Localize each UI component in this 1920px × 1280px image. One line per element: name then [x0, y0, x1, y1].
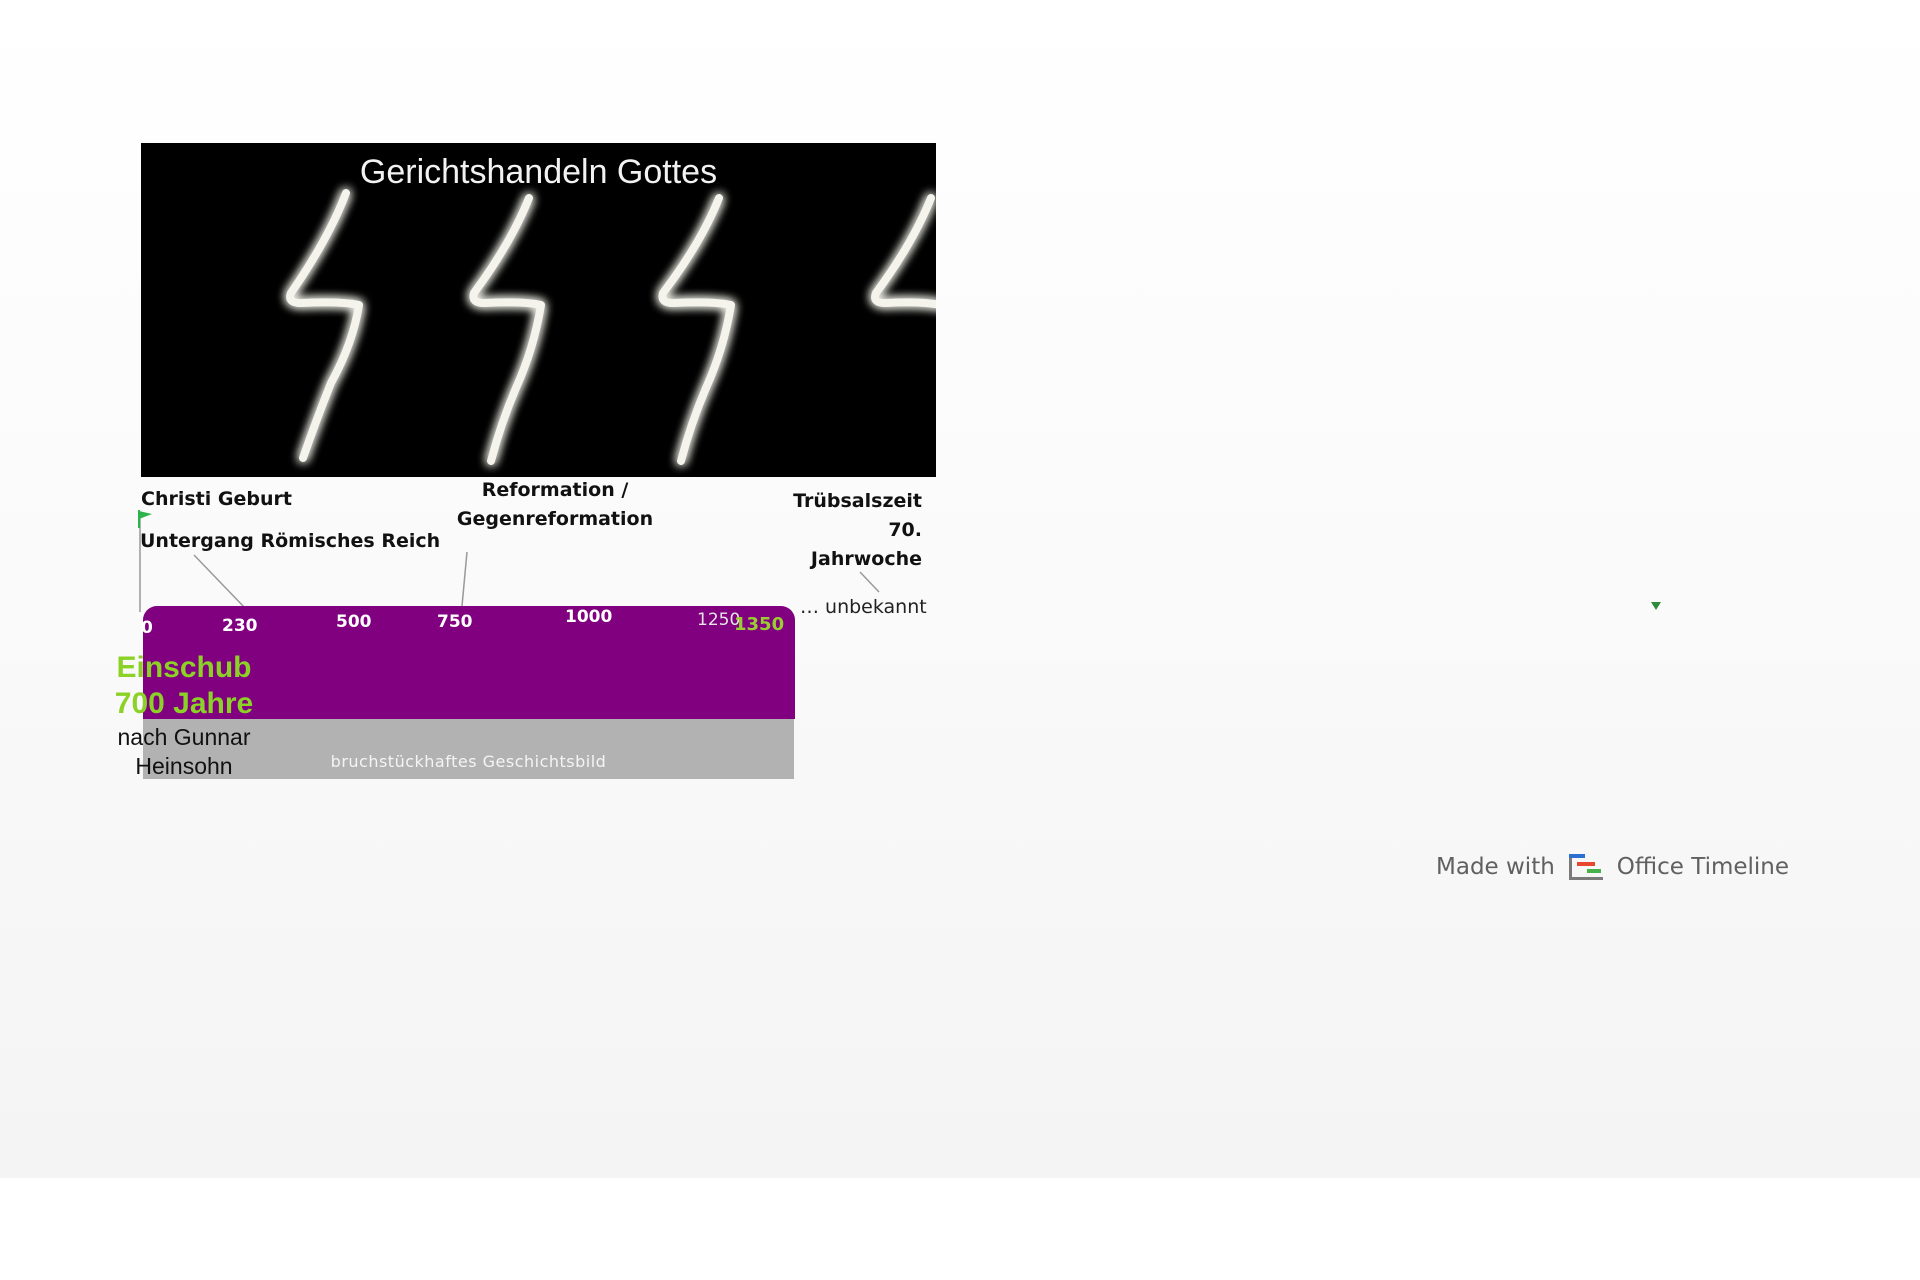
- connector-untergang: [193, 554, 246, 609]
- insert-line4: Heinsohn: [135, 753, 233, 779]
- insert-subtitle: nach Gunnar Heinsohn: [95, 723, 273, 781]
- tick-750: 750: [437, 612, 473, 632]
- milestone-reformation-line2: Gegenreformation: [456, 508, 654, 530]
- milestone-christi-geburt: Christi Geburt: [141, 488, 292, 510]
- milestone-reformation: Reformation / Gegenreformation: [455, 476, 655, 534]
- connector-truebsal: [859, 571, 880, 593]
- branding-prefix: Made with: [1436, 854, 1555, 880]
- connector-reformation: [461, 551, 468, 607]
- insert-title: Einschub 700 Jahre: [95, 650, 273, 722]
- milestone-truebsal: Trübsalszeit 70. Jahrwoche: [762, 487, 922, 574]
- tick-1000: 1000: [565, 607, 613, 627]
- milestone-unbekannt: … unbekannt: [800, 596, 927, 618]
- office-timeline-logo-icon: [1568, 854, 1603, 880]
- insert-line3: nach Gunnar: [117, 724, 251, 750]
- branding: Made with Office Timeline: [1436, 852, 1789, 882]
- tick-1350: 1350: [734, 614, 785, 635]
- insert-line1: Einschub: [116, 651, 252, 684]
- tick-0: 0: [141, 618, 153, 638]
- milestone-reformation-line1: Reformation /: [481, 479, 629, 501]
- insert-line2: 700 Jahre: [114, 687, 254, 720]
- tick-230: 230: [222, 616, 258, 636]
- milestone-truebsal-line3: Jahrwoche: [810, 548, 922, 570]
- milestone-untergang: Untergang Römisches Reich: [140, 530, 441, 552]
- milestone-truebsal-line2: 70.: [888, 519, 922, 541]
- milestone-truebsal-line1: Trübsalszeit: [793, 490, 922, 512]
- branding-product: Office Timeline: [1616, 854, 1790, 880]
- triangle-down-icon: [1651, 602, 1661, 610]
- tick-500: 500: [336, 612, 372, 632]
